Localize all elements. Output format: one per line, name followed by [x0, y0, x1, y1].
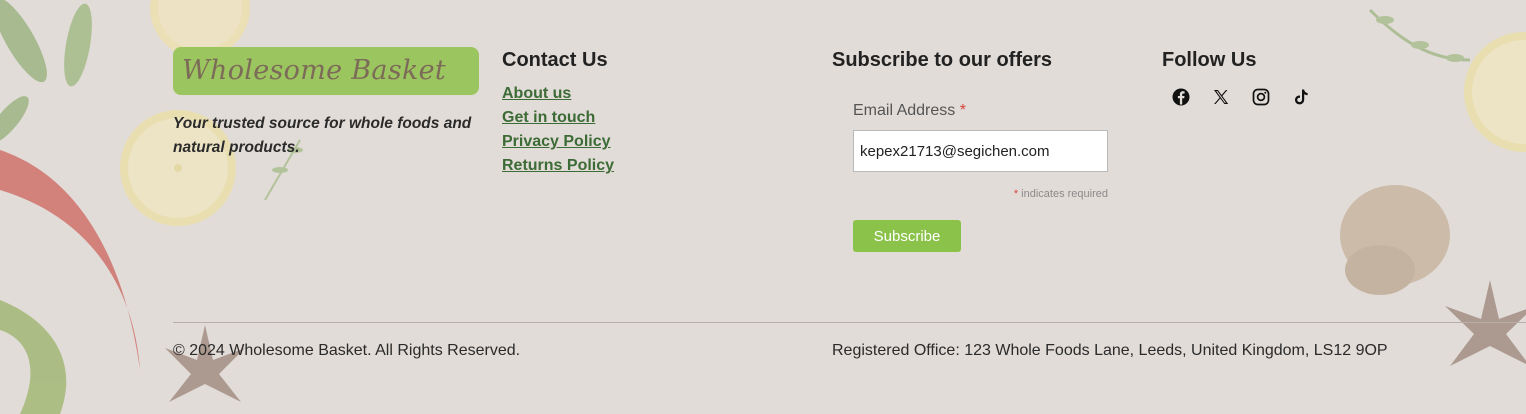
link-privacy-policy[interactable]: Privacy Policy: [502, 133, 611, 150]
email-label-text: Email Address: [853, 102, 956, 119]
contact-links: About us Get in touch Privacy Policy Ret…: [502, 82, 614, 178]
required-star: *: [959, 102, 966, 119]
social-links: [1162, 87, 1311, 107]
site-footer: Wholesome Basket Your trusted source for…: [0, 0, 1526, 414]
brand-tagline: Your trusted source for whole foods and …: [173, 115, 472, 156]
subscribe-heading: Subscribe to our offers: [832, 49, 1053, 71]
x-icon[interactable]: [1211, 87, 1231, 107]
instagram-icon[interactable]: [1251, 87, 1271, 107]
follow-heading: Follow Us: [1162, 49, 1257, 71]
subscribe-column: Subscribe to our offers Email Address * …: [832, 47, 1112, 252]
tiktok-icon[interactable]: [1291, 87, 1311, 107]
subscribe-button[interactable]: Subscribe: [853, 220, 961, 252]
link-returns-policy[interactable]: Returns Policy: [502, 157, 614, 174]
follow-column: Follow Us: [1162, 47, 1311, 107]
email-label: Email Address *: [853, 102, 966, 120]
brand-column: Wholesome Basket Your trusted source for…: [173, 47, 483, 160]
registered-office-text: Registered Office: 123 Whole Foods Lane,…: [832, 342, 1388, 359]
contact-column: Contact Us About us Get in touch Privacy…: [502, 47, 614, 178]
link-get-in-touch[interactable]: Get in touch: [502, 109, 595, 126]
link-about-us[interactable]: About us: [502, 85, 571, 102]
email-input[interactable]: [853, 130, 1108, 172]
required-note: * indicates required: [853, 188, 1108, 200]
footer-divider: [173, 322, 1526, 323]
copyright-text: © 2024 Wholesome Basket. All Rights Rese…: [173, 342, 521, 359]
site-logo[interactable]: Wholesome Basket: [173, 47, 479, 95]
facebook-icon[interactable]: [1171, 87, 1191, 107]
contact-heading: Contact Us: [502, 49, 608, 71]
required-note-text: indicates required: [1021, 188, 1108, 200]
required-note-star: *: [1013, 188, 1019, 200]
